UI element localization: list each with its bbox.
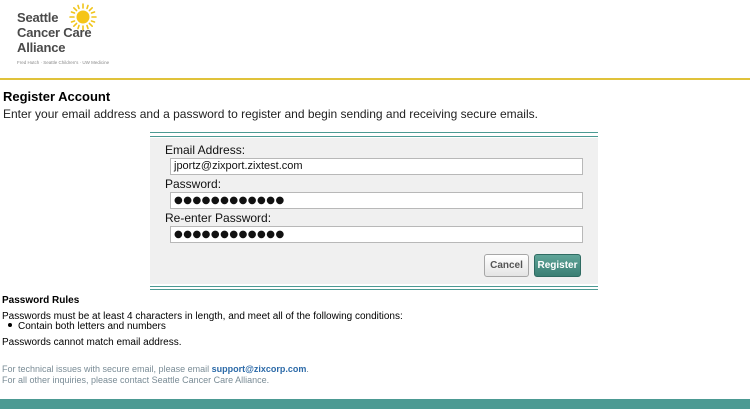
bullet-icon [8, 323, 12, 328]
password-rules-note: Passwords cannot match email address. [2, 337, 182, 348]
brand-subline: Fred Hutch · Seattle Children's · UW Med… [17, 60, 110, 65]
cancel-button[interactable]: Cancel [484, 254, 529, 277]
brand-logo[interactable]: Seattle Cancer Care Alliance Fred Hutch … [3, 2, 133, 72]
password-rules-title: Password Rules [2, 295, 80, 306]
password-field[interactable]: ●●●●●●●●●●●● [170, 192, 583, 209]
reenter-password-label: Re-enter Password: [165, 211, 272, 225]
tech-support-prefix: For technical issues with secure email, … [2, 364, 212, 374]
tech-support-suffix: . [306, 364, 309, 374]
panel-bottom-rule-outer [150, 289, 598, 290]
header: Seattle Cancer Care Alliance Fred Hutch … [0, 0, 750, 78]
header-divider [0, 78, 750, 80]
brand-line-1: Seattle [17, 10, 59, 25]
brand-line-3: Alliance [17, 40, 66, 55]
page-title: Register Account [3, 89, 111, 104]
tech-support-note: For technical issues with secure email, … [2, 364, 309, 374]
panel-top-rule [150, 132, 598, 133]
support-email-link[interactable]: support@zixcorp.com [212, 364, 307, 374]
other-inquiries-note: For all other inquiries, please contact … [2, 375, 270, 385]
email-field[interactable]: jportz@zixport.zixtest.com [170, 158, 583, 175]
password-label: Password: [165, 177, 222, 191]
password-rule-item: Contain both letters and numbers [8, 321, 166, 332]
footer-bar [0, 399, 750, 409]
reenter-password-field[interactable]: ●●●●●●●●●●●● [170, 226, 583, 243]
email-label: Email Address: [165, 143, 246, 157]
page-intro: Enter your email address and a password … [3, 107, 538, 121]
panel-top-rule-inner [150, 136, 598, 137]
register-button[interactable]: Register [534, 254, 581, 277]
panel-bottom-rule [150, 286, 598, 287]
brand-line-2: Cancer Care [17, 25, 92, 40]
password-rule-item-text: Contain both letters and numbers [18, 321, 166, 332]
